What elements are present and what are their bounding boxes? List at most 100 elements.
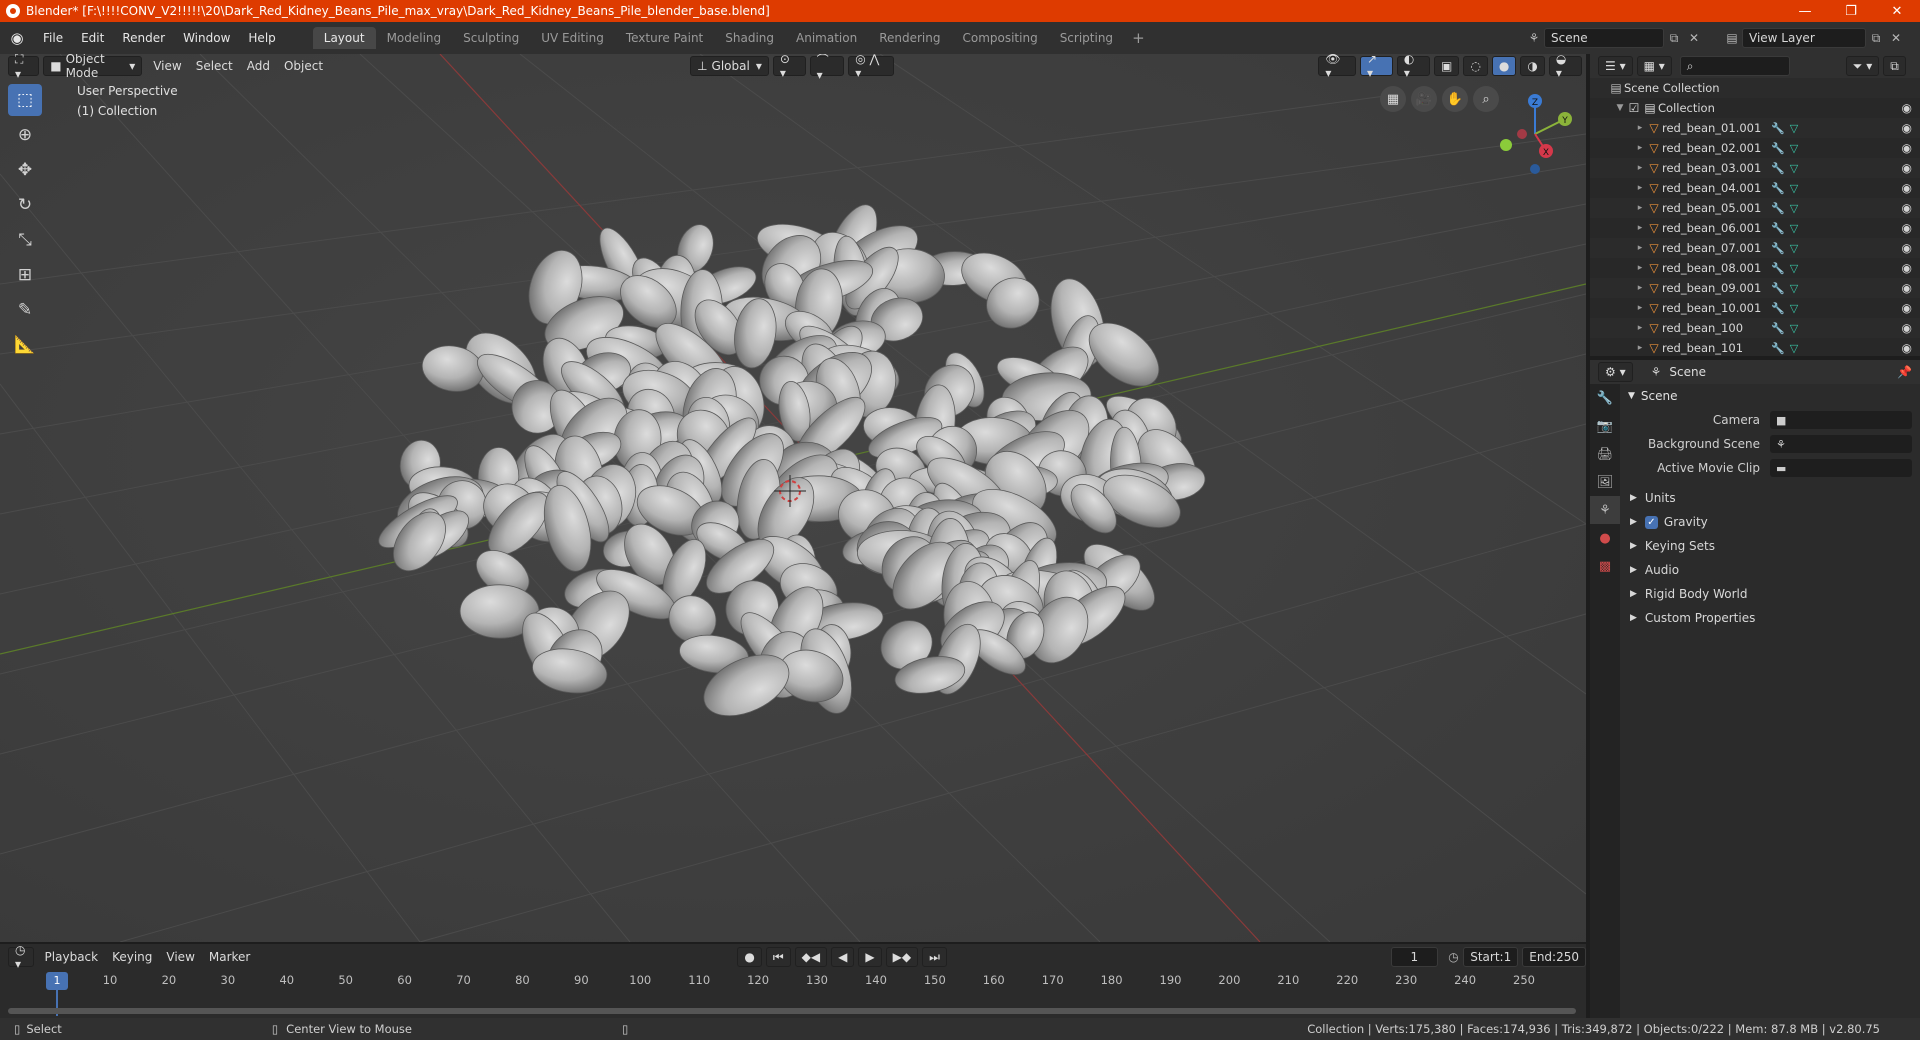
scene-panel-header[interactable]: ▼ Scene: [1620, 384, 1920, 408]
timeline-menu-view[interactable]: View: [159, 950, 201, 964]
custom-properties-panel[interactable]: ▶ Custom Properties: [1620, 606, 1920, 630]
eye-icon[interactable]: ◉: [1902, 121, 1912, 135]
chevron-right-icon[interactable]: ▸: [1634, 263, 1646, 273]
keying-sets-panel[interactable]: ▶ Keying Sets: [1620, 534, 1920, 558]
gravity-checkbox[interactable]: ✓: [1644, 515, 1658, 529]
snap-icon[interactable]: ⌒ ▾: [809, 54, 845, 82]
gravity-panel[interactable]: ▶ ✓ Gravity: [1620, 510, 1920, 534]
xray-toggle-icon[interactable]: ▣: [1434, 56, 1460, 76]
tab-layout[interactable]: Layout: [312, 27, 376, 49]
chevron-down-icon[interactable]: ▼: [1614, 103, 1626, 113]
end-frame-field[interactable]: End: 250: [1522, 947, 1586, 967]
movie-clip-field[interactable]: ▬: [1770, 459, 1912, 477]
eye-icon[interactable]: ◉: [1902, 201, 1912, 215]
viewport-menu-select[interactable]: Select: [189, 59, 240, 73]
next-keyframe-icon[interactable]: ▶◆: [885, 947, 919, 967]
modifier-icon[interactable]: 🔧: [1770, 282, 1786, 295]
chevron-right-icon[interactable]: ▸: [1634, 243, 1646, 253]
close-button[interactable]: ✕: [1874, 0, 1920, 22]
eye-icon[interactable]: ◉: [1902, 321, 1912, 335]
transform-orientation-dropdown[interactable]: ⊥ Global ▾: [690, 56, 769, 76]
maximize-button[interactable]: ❐: [1828, 0, 1874, 22]
pan-view-icon[interactable]: ✋: [1442, 86, 1468, 112]
outliner-search-input[interactable]: ⌕: [1679, 56, 1790, 76]
gizmo-neg-z-icon[interactable]: [1530, 164, 1540, 174]
scene-tab-icon[interactable]: ⚘: [1590, 496, 1620, 524]
shading-solid-icon[interactable]: ●: [1491, 56, 1517, 76]
select-box-icon[interactable]: ⬚: [8, 84, 42, 116]
eye-icon[interactable]: ◉: [1902, 141, 1912, 155]
modifier-icon[interactable]: 🔧: [1770, 322, 1786, 335]
mesh-data-icon[interactable]: ▽: [1786, 262, 1802, 275]
mesh-data-icon[interactable]: ▽: [1786, 162, 1802, 175]
gizmo-neg-x-icon[interactable]: [1517, 129, 1527, 139]
eye-icon[interactable]: ◉: [1902, 101, 1912, 115]
pin-icon[interactable]: 📌: [1897, 365, 1912, 379]
properties-editor-icon[interactable]: ⚙ ▾: [1598, 362, 1633, 382]
tab-shading[interactable]: Shading: [714, 27, 785, 49]
cursor-tool-icon[interactable]: ⊕: [8, 119, 42, 151]
mesh-data-icon[interactable]: ▽: [1786, 302, 1802, 315]
outliner-object-row[interactable]: ▸ ▽ red_bean_04.001 🔧 ▽ ◉: [1590, 178, 1920, 198]
eye-icon[interactable]: ◉: [1902, 261, 1912, 275]
timeline-scrollbar[interactable]: [8, 1008, 1576, 1014]
new-view-layer-icon[interactable]: ⧉: [1866, 28, 1886, 48]
chevron-right-icon[interactable]: ▸: [1634, 203, 1646, 213]
toggle-ortho-icon[interactable]: ▦: [1380, 86, 1406, 112]
eye-icon[interactable]: ◉: [1902, 161, 1912, 175]
play-reverse-icon[interactable]: ◀: [831, 947, 855, 967]
jump-start-icon[interactable]: ⏮: [765, 947, 791, 967]
units-panel[interactable]: ▶ Units: [1620, 486, 1920, 510]
outliner-object-row[interactable]: ▸ ▽ red_bean_100 🔧 ▽ ◉: [1590, 318, 1920, 338]
3d-viewport[interactable]: ⛶ ▾ ■ Object Mode ▾ View Select Add Obje…: [0, 54, 1586, 942]
pivot-point-icon[interactable]: ⊙ ▾: [772, 54, 806, 80]
checkbox-icon[interactable]: ☑: [1626, 101, 1642, 115]
current-frame-field[interactable]: 1: [1390, 947, 1438, 967]
eye-icon[interactable]: ◉: [1902, 281, 1912, 295]
menu-help[interactable]: Help: [239, 31, 284, 45]
viewport-menu-view[interactable]: View: [146, 59, 188, 73]
shading-rendered-icon[interactable]: ◒ ▾: [1548, 54, 1582, 80]
modifier-icon[interactable]: 🔧: [1770, 262, 1786, 275]
mesh-data-icon[interactable]: ▽: [1786, 122, 1802, 135]
navigation-gizmo[interactable]: Z Y X: [1490, 89, 1580, 179]
eye-icon[interactable]: ◉: [1902, 301, 1912, 315]
gizmo-neg-y-icon[interactable]: [1500, 139, 1512, 151]
audio-panel[interactable]: ▶ Audio: [1620, 558, 1920, 582]
add-workspace-button[interactable]: +: [1124, 27, 1153, 49]
tab-modeling[interactable]: Modeling: [376, 27, 453, 49]
camera-field[interactable]: ■: [1770, 411, 1912, 429]
outliner-object-row[interactable]: ▸ ▽ red_bean_08.001 🔧 ▽ ◉: [1590, 258, 1920, 278]
tab-scripting[interactable]: Scripting: [1049, 27, 1124, 49]
collection-row[interactable]: ▼ ☑ ▤ Collection ◉: [1590, 98, 1920, 118]
background-scene-field[interactable]: ⚘: [1770, 435, 1912, 453]
modifier-icon[interactable]: 🔧: [1770, 162, 1786, 175]
timeline-editor-icon[interactable]: ◷ ▾: [8, 943, 34, 971]
play-icon[interactable]: ▶: [858, 947, 882, 967]
scene-icon[interactable]: ⚘: [1524, 28, 1544, 48]
move-tool-icon[interactable]: ✥: [8, 154, 42, 186]
modifier-icon[interactable]: 🔧: [1770, 202, 1786, 215]
render-tab-icon[interactable]: 📷: [1590, 412, 1620, 440]
record-icon[interactable]: ●: [737, 947, 762, 967]
menu-window[interactable]: Window: [174, 31, 239, 45]
tab-compositing[interactable]: Compositing: [951, 27, 1048, 49]
mesh-data-icon[interactable]: ▽: [1786, 342, 1802, 355]
overlay-toggle-icon[interactable]: ◐ ▾: [1396, 54, 1431, 80]
menu-render[interactable]: Render: [113, 31, 174, 45]
display-mode-icon[interactable]: ▦ ▾: [1636, 56, 1672, 76]
outliner-object-row[interactable]: ▸ ▽ red_bean_06.001 🔧 ▽ ◉: [1590, 218, 1920, 238]
outliner-object-row[interactable]: ▸ ▽ red_bean_09.001 🔧 ▽ ◉: [1590, 278, 1920, 298]
shading-material-icon[interactable]: ◑: [1520, 56, 1545, 76]
outliner-object-row[interactable]: ▸ ▽ red_bean_05.001 🔧 ▽ ◉: [1590, 198, 1920, 218]
new-scene-icon[interactable]: ⧉: [1664, 28, 1684, 48]
view-layer-field[interactable]: View Layer: [1742, 28, 1866, 48]
eye-icon[interactable]: ◉: [1902, 341, 1912, 355]
viewport-menu-add[interactable]: Add: [240, 59, 277, 73]
view-layer-tab-icon[interactable]: 🖼: [1590, 468, 1620, 496]
modifier-icon[interactable]: 🔧: [1770, 122, 1786, 135]
chevron-right-icon[interactable]: ▸: [1634, 303, 1646, 313]
filter-icon[interactable]: ⏷ ▾: [1845, 56, 1880, 76]
camera-view-icon[interactable]: 🎥: [1411, 86, 1437, 112]
chevron-right-icon[interactable]: ▸: [1634, 183, 1646, 193]
